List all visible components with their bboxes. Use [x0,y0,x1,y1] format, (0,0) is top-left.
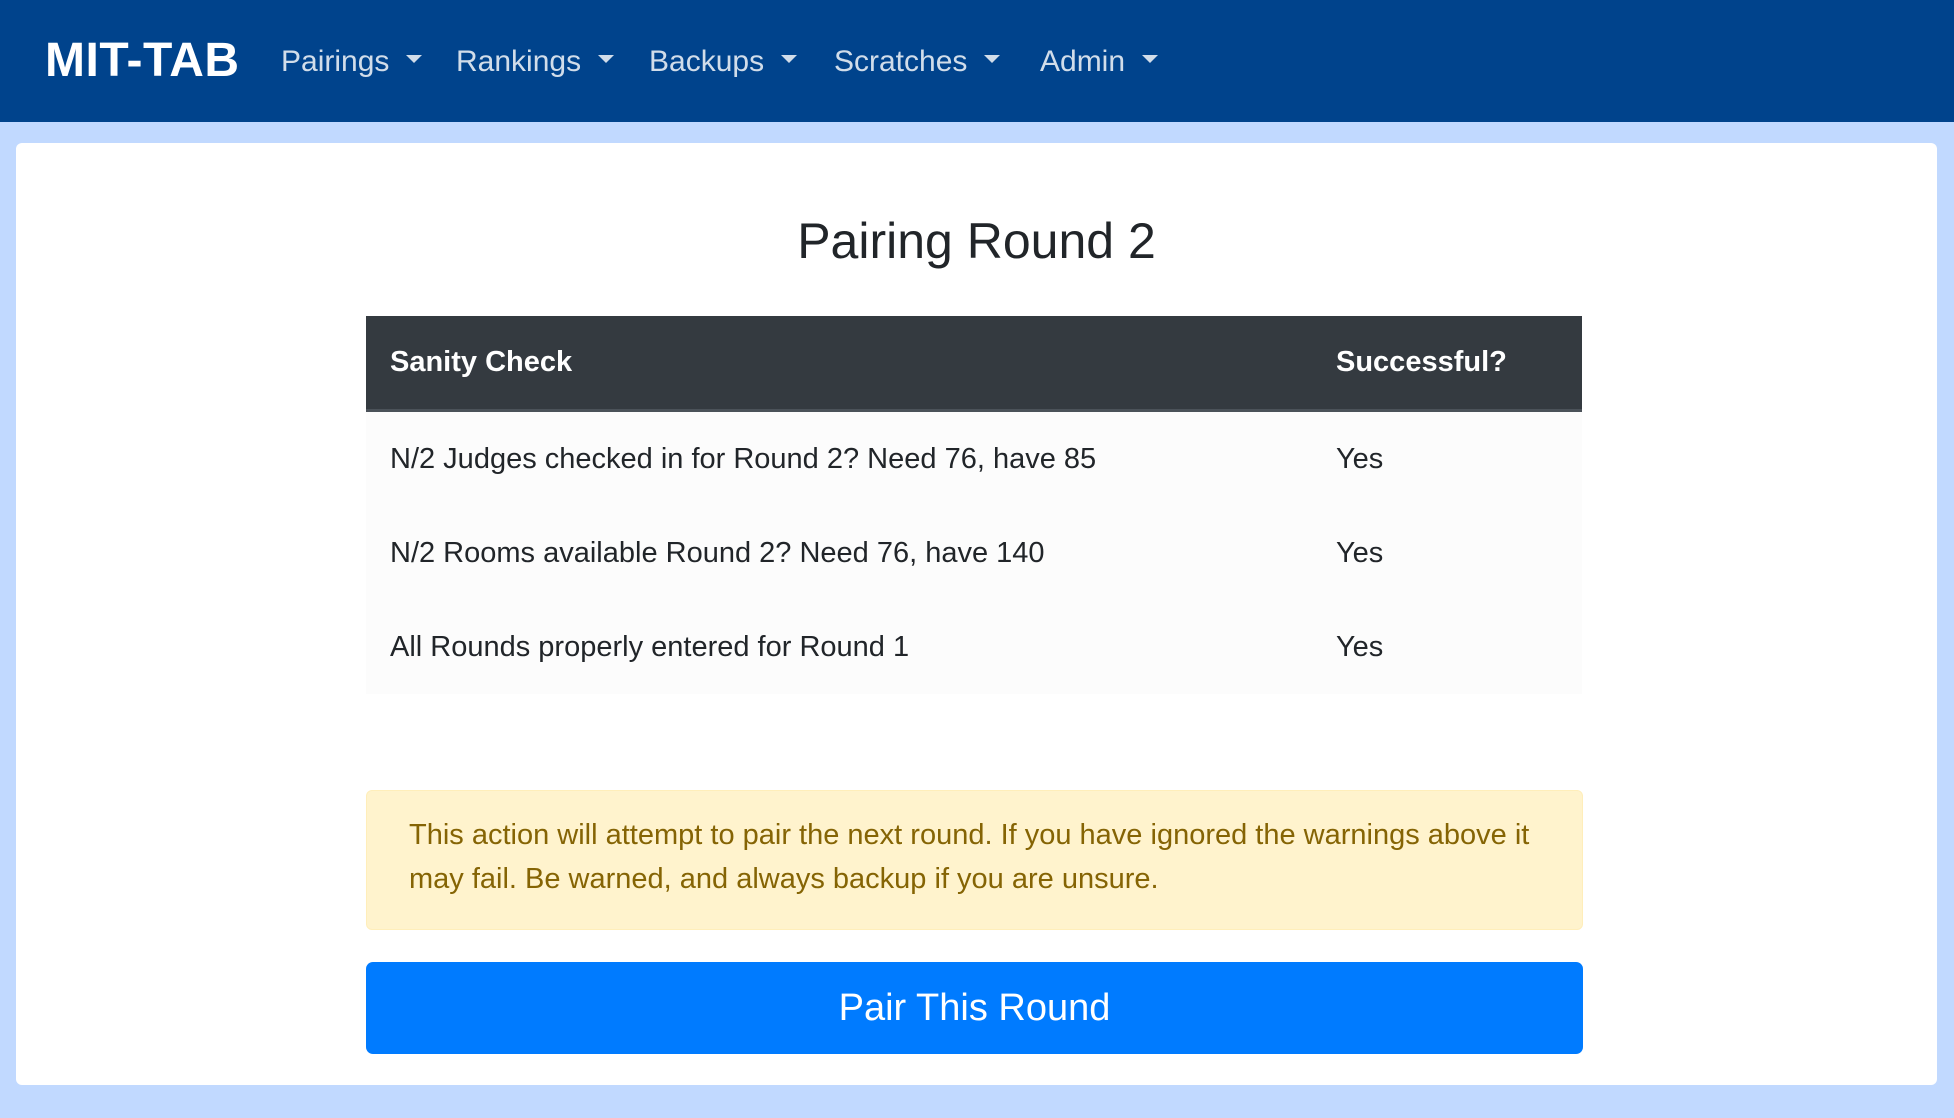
nav-backups-label: Backups [649,45,765,78]
chevron-down-icon [598,55,615,63]
table-row: N/2 Rooms available Round 2? Need 76, ha… [366,506,1582,600]
pair-round-button[interactable]: Pair This Round [366,962,1583,1054]
brand-logo[interactable]: MIT-TAB [45,36,240,86]
warning-alert: This action will attempt to pair the nex… [366,790,1583,930]
check-result: Yes [1336,442,1384,475]
table-row: All Rounds properly entered for Round 1 … [366,600,1582,694]
chevron-down-icon [1142,55,1159,63]
table-header-row: Sanity Check Successful? [366,316,1582,412]
table-row: N/2 Judges checked in for Round 2? Need … [366,412,1582,506]
nav-pairings-dropdown[interactable]: Pairings [281,44,423,80]
page-title: Pairing Round 2 [797,213,1156,269]
check-result: Yes [1336,630,1384,663]
check-description: All Rounds properly entered for Round 1 [390,630,910,663]
column-header-sanity-check: Sanity Check [390,346,573,378]
check-result: Yes [1336,536,1384,569]
column-header-successful: Successful? [1336,346,1507,378]
sanity-check-table: Sanity Check Successful? N/2 Judges chec… [366,316,1582,694]
check-description: N/2 Judges checked in for Round 2? Need … [390,442,1097,475]
nav-scratches-dropdown[interactable]: Scratches [834,44,1001,80]
nav-scratches-label: Scratches [834,45,968,78]
main-card: Pairing Round 2 Sanity Check Successful?… [16,143,1937,1085]
nav-backups-dropdown[interactable]: Backups [649,44,798,80]
nav-admin-dropdown[interactable]: Admin [1040,44,1159,80]
check-description: N/2 Rooms available Round 2? Need 76, ha… [390,536,1045,569]
chevron-down-icon [781,55,798,63]
nav-rankings-label: Rankings [456,45,582,78]
nav-pairings-label: Pairings [281,45,390,78]
top-navbar: MIT-TAB Pairings Rankings Backups Scratc… [0,0,1954,122]
nav-rankings-dropdown[interactable]: Rankings [456,44,615,80]
chevron-down-icon [984,55,1001,63]
warning-alert-text: This action will attempt to pair the nex… [409,819,1530,895]
nav-admin-label: Admin [1040,45,1126,78]
chevron-down-icon [406,55,423,63]
